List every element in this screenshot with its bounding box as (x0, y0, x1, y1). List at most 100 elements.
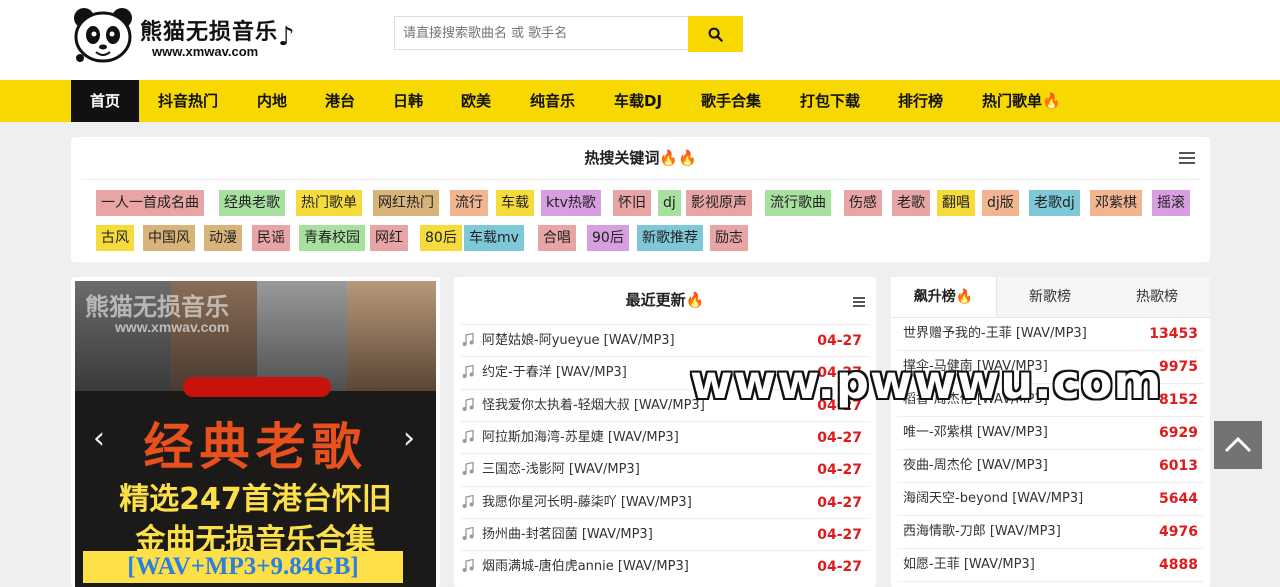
list-item[interactable]: 如愿-王菲 [WAV/MP3] 4888 (897, 549, 1204, 582)
song-title[interactable]: 阿拉斯加海湾-苏星婕 [WAV/MP3] (482, 422, 679, 454)
search-button[interactable] (688, 16, 743, 52)
site-logo[interactable]: 熊猫无损音乐 www.xmwav.com ♪ (72, 6, 302, 68)
list-item[interactable]: 世界赠予我的-王菲 [WAV/MP3] 13453 (897, 318, 1204, 351)
keyword-tag[interactable]: 合唱 (538, 225, 576, 251)
banner-carousel[interactable]: 熊猫无损音乐 www.xmwav.com 经典老歌 精选247首港台怀旧 金曲无… (71, 277, 440, 587)
music-note-icon (462, 397, 474, 411)
play-count: 9975 (1159, 359, 1198, 375)
keyword-tag[interactable]: dj版 (982, 190, 1019, 216)
keyword-tag[interactable]: 邓紫棋 (1090, 190, 1142, 216)
nav-item-douyin[interactable]: 抖音热门 (158, 80, 218, 122)
list-item[interactable]: 烟雨满城-唐伯虎annie [WAV/MP3] 04-27 (460, 550, 870, 583)
play-count: 5644 (1159, 491, 1198, 507)
tab-rising[interactable]: 飙升榜🔥 (891, 277, 997, 317)
nav-item-car-dj[interactable]: 车载DJ (614, 80, 662, 122)
keyword-tag[interactable]: 80后 (420, 225, 462, 251)
tab-hot[interactable]: 热歌榜 (1104, 277, 1210, 317)
music-note-icon (462, 494, 474, 508)
nav-item-pure[interactable]: 纯音乐 (530, 80, 575, 122)
play-count: 6929 (1159, 425, 1198, 441)
song-title[interactable]: 唯一-邓紫棋 [WAV/MP3] (903, 417, 1048, 449)
photo-4 (347, 281, 436, 391)
keyword-tag[interactable]: 90后 (587, 225, 629, 251)
ranking-panel: 飙升榜🔥 新歌榜 热歌榜 世界赠予我的-王菲 [WAV/MP3] 13453 撑伞-… (891, 277, 1210, 587)
keyword-tag[interactable]: 车载 (496, 190, 534, 216)
keyword-tag[interactable]: 一人一首成名曲 (96, 190, 204, 216)
song-title[interactable]: 海阔天空-beyond [WAV/MP3] (903, 483, 1083, 515)
search-input[interactable] (394, 16, 688, 50)
list-icon[interactable] (1179, 152, 1195, 164)
fire-icon: 🔥🔥 (659, 149, 697, 167)
keyword-tag[interactable]: 车载mv (464, 225, 524, 251)
keyword-tag[interactable]: 民谣 (252, 225, 290, 251)
tab-new[interactable]: 新歌榜 (997, 277, 1103, 317)
song-title[interactable]: 烟雨满城-唐伯虎annie [WAV/MP3] (482, 551, 689, 583)
keyword-tag[interactable]: 怀旧 (613, 190, 651, 216)
keyword-tag[interactable]: 老歌 (892, 190, 930, 216)
list-item[interactable]: 阿楚姑娘-阿yueyue [WAV/MP3] 04-27 (460, 324, 870, 357)
banner-image[interactable]: 熊猫无损音乐 www.xmwav.com 经典老歌 精选247首港台怀旧 金曲无… (75, 281, 436, 587)
play-count: 8152 (1159, 392, 1198, 408)
song-title[interactable]: 我愿你星河长明-藤柒吖 [WAV/MP3] (482, 487, 692, 519)
song-title[interactable]: 约定-于春洋 [WAV/MP3] (482, 357, 627, 389)
list-item[interactable]: 西海情歌-刀郎 [WAV/MP3] 4976 (897, 516, 1204, 549)
nav-item-chart[interactable]: 排行榜 (898, 80, 943, 122)
music-note-icon (462, 333, 474, 346)
search-bar (394, 16, 743, 52)
keyword-tag[interactable]: dj (658, 190, 681, 216)
song-title[interactable]: 如愿-王菲 [WAV/MP3] (903, 549, 1035, 581)
list-item[interactable]: 扬州曲-封茗囧菌 [WAV/MP3] 04-27 (460, 517, 870, 551)
carousel-next-button[interactable]: › (403, 421, 415, 456)
keyword-tag[interactable]: 影视原声 (686, 190, 752, 216)
song-title[interactable]: 怪我爱你太执着-轻烟大叔 [WAV/MP3] (482, 390, 705, 422)
fire-icon: 🔥 (1042, 92, 1061, 110)
keyword-tag[interactable]: 古风 (96, 225, 134, 251)
update-date: 04-27 (817, 333, 862, 349)
song-title[interactable]: 西海情歌-刀郎 [WAV/MP3] (903, 516, 1061, 548)
hot-keywords-panel: 热搜关键词🔥🔥 一人一首成名曲 经典老歌 热门歌单 网红热门 流行 车载 ktv热歌 怀旧 dj… (71, 137, 1210, 262)
list-icon[interactable] (853, 297, 865, 307)
music-note-icon (462, 526, 474, 540)
keyword-tag[interactable]: 新歌推荐 (637, 225, 703, 251)
nav-item-singers[interactable]: 歌手合集 (701, 80, 761, 122)
overlay-watermark: www.pwwwu.com (690, 355, 1163, 409)
keyword-tag[interactable]: 经典老歌 (219, 190, 285, 216)
song-title[interactable]: 世界赠予我的-王菲 [WAV/MP3] (903, 318, 1087, 350)
list-item[interactable]: 阿拉斯加海湾-苏星婕 [WAV/MP3] 04-27 (460, 420, 870, 454)
nav-item-hot-playlist[interactable]: 热门歌单🔥 (982, 80, 1061, 122)
chevron-up-icon (1224, 436, 1252, 453)
song-title[interactable]: 三国恋-浅影阿 [WAV/MP3] (482, 454, 640, 486)
song-title[interactable]: 夜曲-周杰伦 [WAV/MP3] (903, 450, 1048, 482)
list-item[interactable]: 唯一-邓紫棋 [WAV/MP3] 6929 (897, 417, 1204, 450)
keyword-tag[interactable]: 流行 (450, 190, 488, 216)
hot-keywords-title-text: 热搜关键词 (584, 149, 660, 167)
list-item[interactable]: 夜曲-周杰伦 [WAV/MP3] 6013 (897, 450, 1204, 483)
list-item[interactable]: 我愿你星河长明-藤柒吖 [WAV/MP3] 04-27 (460, 485, 870, 519)
keyword-tag[interactable]: 中国风 (143, 225, 195, 251)
keyword-tag[interactable]: 动漫 (204, 225, 242, 251)
carousel-prev-button[interactable]: ‹ (93, 421, 105, 456)
keyword-tag[interactable]: 网红热门 (373, 190, 439, 216)
keyword-tag[interactable]: 翻唱 (937, 190, 975, 216)
list-item[interactable]: 海阔天空-beyond [WAV/MP3] 5644 (897, 483, 1204, 516)
nav-item-mainland[interactable]: 内地 (257, 80, 287, 122)
keyword-tag[interactable]: ktv热歌 (541, 190, 601, 216)
keyword-tag[interactable]: 网红 (370, 225, 408, 251)
keyword-tag[interactable]: 流行歌曲 (765, 190, 831, 216)
nav-item-pack[interactable]: 打包下载 (800, 80, 860, 122)
nav-item-home[interactable]: 首页 (71, 80, 139, 122)
keyword-tag[interactable]: 励志 (710, 225, 748, 251)
update-date: 04-27 (817, 559, 862, 576)
keyword-tag[interactable]: 伤感 (844, 190, 882, 216)
back-to-top-button[interactable] (1214, 421, 1262, 469)
nav-item-western[interactable]: 欧美 (461, 80, 491, 122)
nav-item-hktw[interactable]: 港台 (325, 80, 355, 122)
list-item[interactable]: 三国恋-浅影阿 [WAV/MP3] 04-27 (460, 453, 870, 486)
song-title[interactable]: 扬州曲-封茗囧菌 [WAV/MP3] (482, 519, 653, 551)
keyword-tag[interactable]: 青春校园 (299, 225, 365, 251)
keyword-tag[interactable]: 热门歌单 (296, 190, 362, 216)
nav-item-jpkr[interactable]: 日韩 (393, 80, 423, 122)
song-title[interactable]: 阿楚姑娘-阿yueyue [WAV/MP3] (482, 325, 675, 357)
keyword-tag[interactable]: 老歌dj (1029, 190, 1080, 216)
keyword-tag[interactable]: 摇滚 (1152, 190, 1190, 216)
